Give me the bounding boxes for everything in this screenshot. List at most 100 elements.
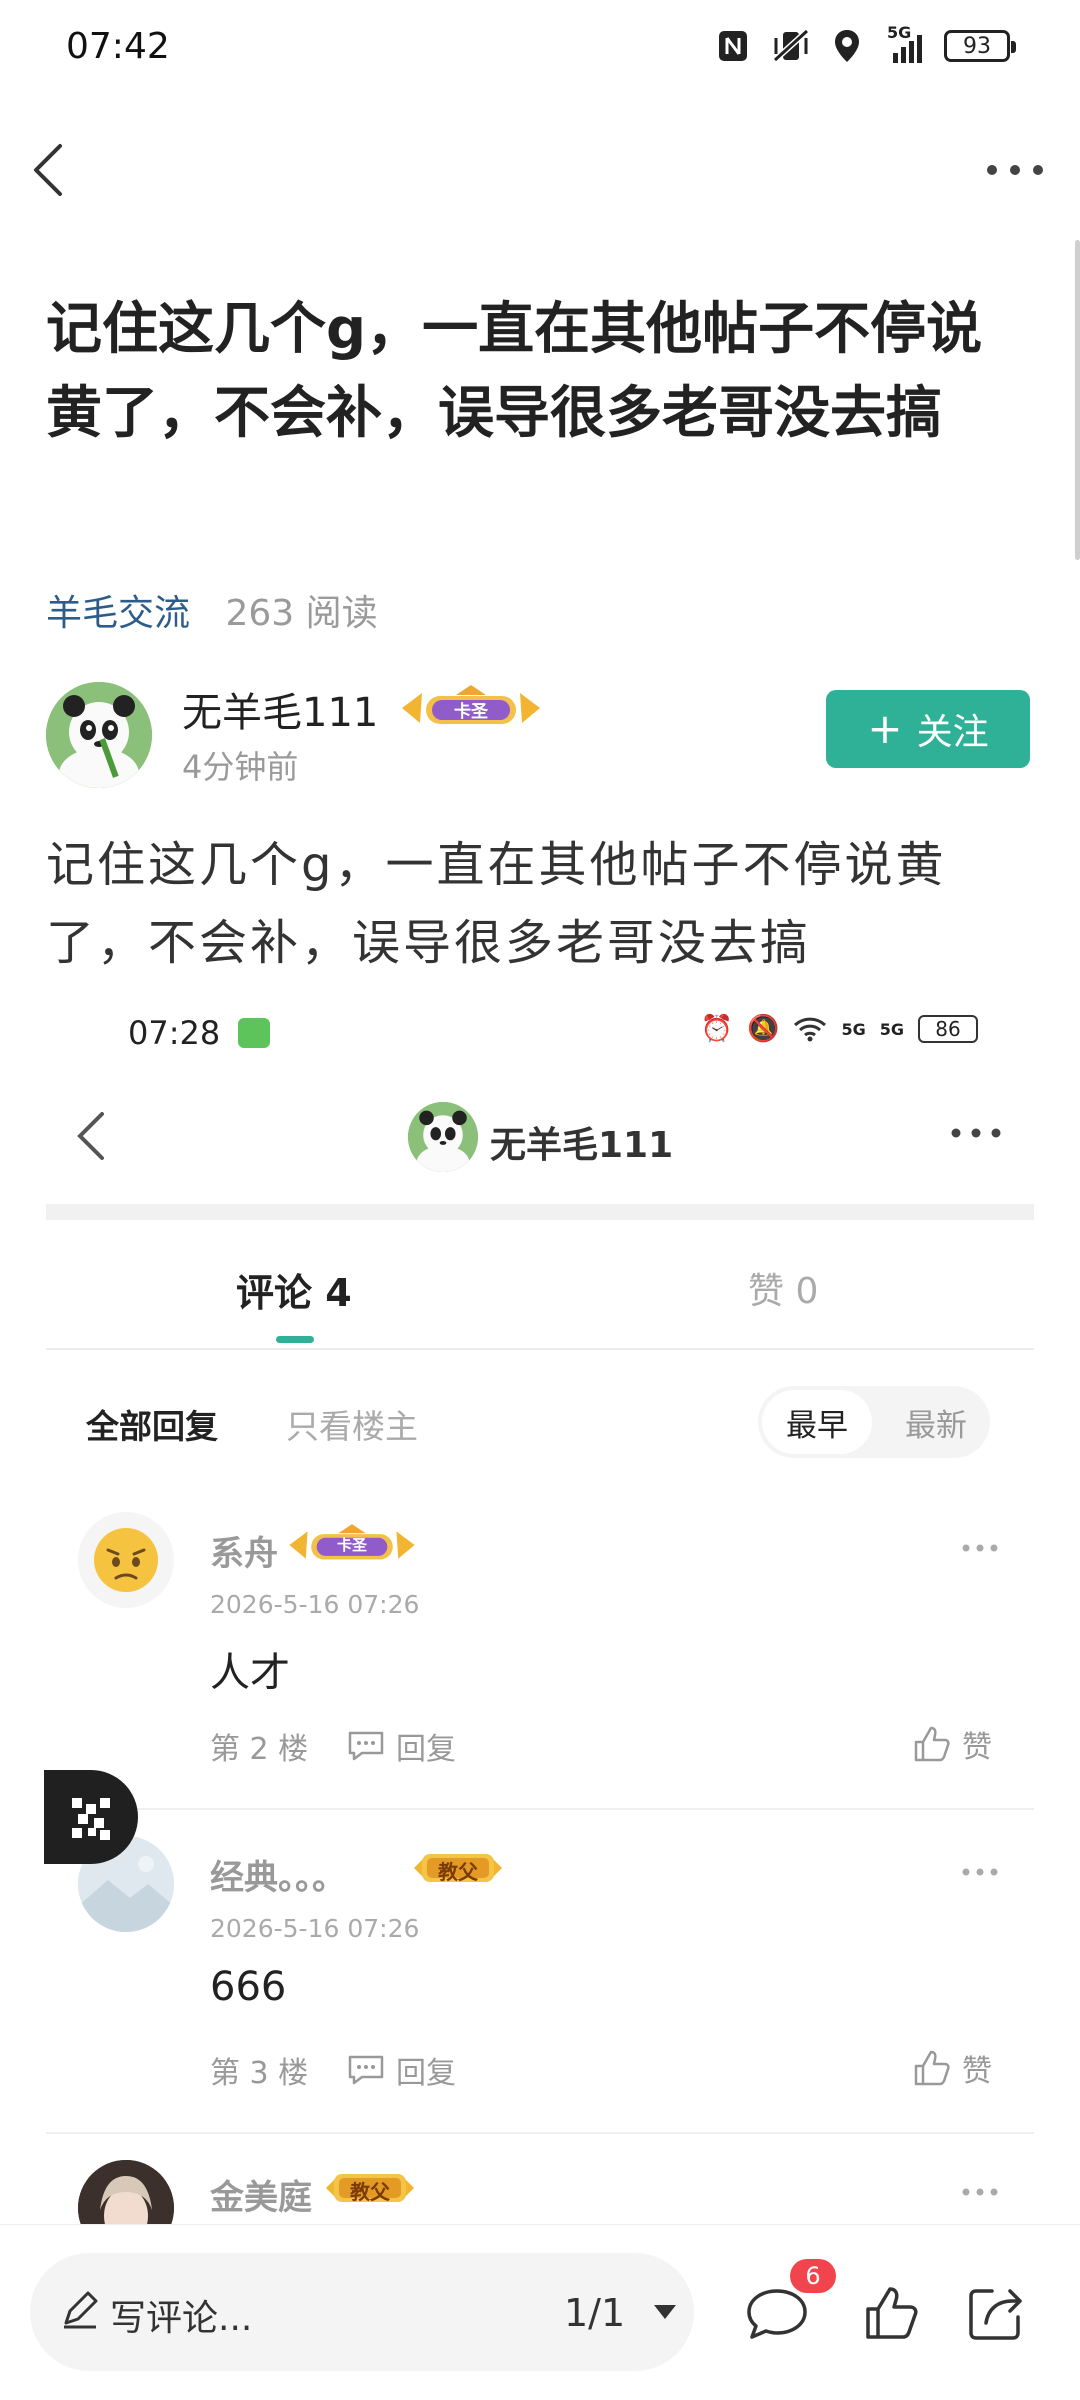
comment-rank-label: 教父 xyxy=(438,1860,478,1884)
location-icon xyxy=(835,30,859,62)
comment-author: 经典。。。 xyxy=(210,1858,346,1898)
comment-count-badge: 6 xyxy=(790,2259,836,2293)
thumbs-up-icon xyxy=(914,2050,950,2086)
comment-floor: 第 2 楼 xyxy=(210,1732,309,1767)
author-name[interactable]: 无羊毛111 xyxy=(182,680,378,738)
reply-label: 回复 xyxy=(396,1732,456,1767)
reply-icon xyxy=(348,2055,384,2085)
tab-likes: 赞 0 xyxy=(748,1271,819,1312)
comment-rank-label: 教父 xyxy=(350,2180,390,2204)
comment-rank-badge: 卡圣 xyxy=(284,1522,420,1572)
follow-label: 关注 xyxy=(916,712,989,753)
like-label: 赞 xyxy=(962,1730,992,1765)
reply-label: 回复 xyxy=(396,2056,456,2091)
comment-more-icon xyxy=(962,1544,998,1552)
scrollbar[interactable] xyxy=(1075,240,1080,560)
tab-divider xyxy=(46,1348,1034,1350)
share-icon[interactable] xyxy=(964,2283,1026,2345)
image-status-time: 07:28 xyxy=(128,1014,221,1052)
comment-rank-label: 卡圣 xyxy=(336,1536,367,1554)
rank-badge-label: 卡圣 xyxy=(454,702,488,722)
sort-oldest: 最早 xyxy=(762,1390,872,1454)
floating-qr-button[interactable] xyxy=(44,1770,138,1864)
comment-rank-badge: 教父 xyxy=(410,1848,506,1892)
comment-more-icon xyxy=(962,1868,998,1876)
like-label: 赞 xyxy=(962,2054,992,2089)
panda-avatar-icon xyxy=(408,1102,478,1172)
post-meta: 羊毛交流 263 阅读 xyxy=(46,584,378,636)
signal-2-label: 5G xyxy=(879,1019,904,1039)
image-more-icon xyxy=(951,1128,1001,1138)
comment-author: 金美庭 xyxy=(210,2178,312,2218)
post-tag-link[interactable]: 羊毛交流 xyxy=(46,593,190,634)
comment-text: 人才 xyxy=(210,1650,290,1696)
sort-newest: 最新 xyxy=(905,1407,967,1444)
reply-icon xyxy=(348,1731,384,1761)
filter-op-only: 只看楼主 xyxy=(286,1407,418,1446)
comment-author: 系舟 xyxy=(210,1534,278,1574)
signal-label: 5G xyxy=(887,23,912,42)
status-icons: 5G 93 xyxy=(717,23,1016,64)
comment-more-icon xyxy=(962,2188,998,2196)
post-time: 4分钟前 xyxy=(182,748,299,786)
comment-reply: 回复 xyxy=(346,1724,456,1768)
signal-1-label: 5G xyxy=(841,1019,866,1039)
page-indicator[interactable]: 1/1 xyxy=(564,2291,625,2335)
thumbs-up-icon xyxy=(914,1726,950,1762)
qr-code-icon xyxy=(72,1798,110,1840)
image-status-icons: ⏰ 🔕 5G 5G 86 xyxy=(701,1014,978,1044)
mute-icon: 🔕 xyxy=(747,1014,780,1044)
image-back-icon xyxy=(77,1112,104,1160)
read-count: 263 阅读 xyxy=(225,593,378,634)
bottom-action-bar: 写评论... 1/1 6 xyxy=(0,2224,1080,2400)
image-header-name: 无羊毛111 xyxy=(490,1125,674,1166)
tab-indicator xyxy=(276,1336,314,1343)
pen-icon xyxy=(64,2291,98,2329)
image-divider xyxy=(46,1204,1034,1220)
comment-avatar xyxy=(78,2160,174,2224)
comment-reply: 回复 xyxy=(346,2048,456,2092)
image-header-avatar xyxy=(408,1102,478,1172)
comment-divider xyxy=(46,1808,1034,1810)
plus-icon: + xyxy=(867,704,903,753)
rank-badge: 卡圣 xyxy=(396,683,546,737)
comment-divider xyxy=(46,2132,1034,2134)
back-icon[interactable] xyxy=(22,140,82,200)
signal-icon: 5G xyxy=(883,23,922,63)
comment-date: 2026-5-16 07:26 xyxy=(210,1590,420,1619)
author-avatar[interactable] xyxy=(46,682,152,788)
image-battery-level: 86 xyxy=(935,1017,961,1041)
alarm-icon: ⏰ xyxy=(700,1014,734,1044)
comment-floor: 第 3 楼 xyxy=(210,2056,309,2091)
comment-icon[interactable] xyxy=(744,2285,810,2345)
comment-text: 666 xyxy=(210,1964,287,2010)
panda-avatar-icon xyxy=(46,682,152,788)
post-body: 记住这几个g，一直在其他帖子不停说黄了，不会补，误导很多老哥没去搞 xyxy=(46,837,947,971)
post-image[interactable]: 07:28 ⏰ 🔕 5G 5G 86 无羊毛111 评论 4 赞 0 全部回复 … xyxy=(46,1000,1034,2224)
caret-down-icon[interactable] xyxy=(652,2303,678,2321)
comment-like: 赞 xyxy=(912,1722,992,1766)
photo-avatar-icon xyxy=(78,2160,174,2224)
nfc-icon xyxy=(719,31,747,61)
status-time: 07:42 xyxy=(66,26,170,67)
sort-toggle: 最早 最新 xyxy=(758,1386,990,1458)
comment-input[interactable]: 写评论... 1/1 xyxy=(30,2253,694,2371)
thumbs-up-icon[interactable] xyxy=(862,2283,922,2343)
status-bar: 07:42 5G 93 xyxy=(0,0,1080,100)
battery-indicator: 93 xyxy=(944,30,1016,62)
comment-like: 赞 xyxy=(912,2046,992,2090)
comment-date: 2026-5-16 07:26 xyxy=(210,1914,420,1943)
comment-rank-badge: 教父 xyxy=(322,2168,418,2212)
filter-all-replies: 全部回复 xyxy=(86,1407,218,1446)
tab-comments: 评论 4 xyxy=(236,1271,352,1315)
more-icon[interactable] xyxy=(980,150,1050,190)
message-icon xyxy=(238,1018,270,1048)
comment-placeholder: 写评论... xyxy=(110,2298,253,2339)
comment-avatar xyxy=(78,1512,174,1608)
wifi-icon xyxy=(794,1017,827,1042)
battery-level: 93 xyxy=(963,33,991,59)
image-battery: 86 xyxy=(918,1015,978,1043)
follow-button[interactable]: + 关注 xyxy=(826,690,1030,768)
sad-face-icon xyxy=(94,1528,158,1592)
mute-vibrate-icon xyxy=(772,28,810,63)
